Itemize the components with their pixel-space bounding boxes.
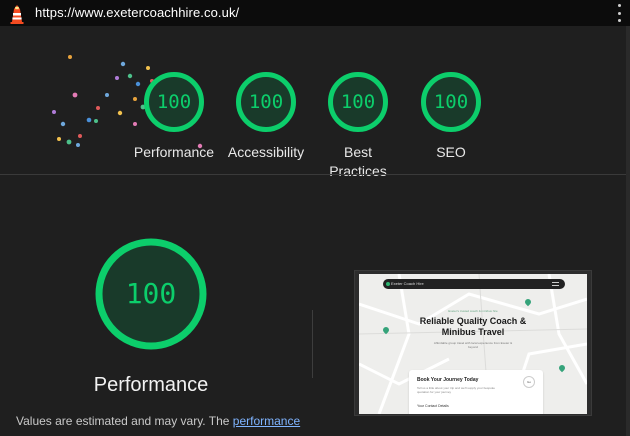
kebab-menu-icon[interactable] — [616, 4, 622, 22]
brand-dot — [386, 282, 390, 286]
hamburger-icon — [552, 282, 559, 286]
gauge-ring: 100 — [143, 71, 205, 133]
card-text: Tell us a little about your trip and we'… — [417, 386, 495, 394]
screenshot-headline: Reliable Quality Coach & Minibus Travel — [419, 316, 527, 337]
screenshot-viewport: Exeter Coach Hire Exeter's trusted coach… — [359, 274, 587, 414]
performance-score: 100 — [125, 277, 177, 310]
final-screenshot[interactable]: Exeter Coach Hire Exeter's trusted coach… — [354, 270, 592, 416]
performance-title: Performance — [93, 374, 209, 396]
gauge-label: SEO — [436, 144, 466, 160]
gauge-label: Best Practices — [329, 144, 387, 179]
gauge-seo[interactable]: 100 SEO — [396, 71, 506, 162]
gauge-score: 100 — [433, 91, 469, 113]
score-summary: 100 Performance 100 Accessibility 100 Be… — [0, 26, 626, 179]
scrollbar[interactable] — [626, 26, 630, 436]
card-button: Go — [523, 376, 535, 388]
page-url[interactable]: https://www.exetercoachhire.co.uk/ — [35, 5, 239, 20]
screenshot-booking-card: Book Your Journey Today Tell us a little… — [409, 370, 543, 414]
gauge-ring: 100 — [235, 71, 297, 133]
browser-toolbar: https://www.exetercoachhire.co.uk/ — [0, 0, 630, 26]
screenshot-navbar: Exeter Coach Hire — [383, 279, 565, 289]
performance-link[interactable]: performance — [233, 414, 300, 428]
screenshot-brand: Exeter Coach Hire — [391, 281, 424, 286]
gauge-score: 100 — [248, 91, 284, 113]
gauge-score: 100 — [340, 91, 376, 113]
screenshot-subtitle: Affordable group travel with local exper… — [433, 341, 513, 349]
card-label: Your Contact Details — [417, 404, 449, 408]
card-title: Book Your Journey Today — [417, 377, 479, 383]
gauge-score: 100 — [156, 91, 192, 113]
performance-description: Values are estimated and may vary. The p… — [16, 412, 306, 430]
lighthouse-icon — [10, 5, 24, 24]
gauge-ring: 100 — [420, 71, 482, 133]
gauge-ring: 100 — [327, 71, 389, 133]
performance-gauge: 100 — [94, 237, 208, 351]
description-text: Values are estimated and may vary. The — [16, 414, 233, 428]
vertical-divider — [312, 310, 313, 378]
screenshot-eyebrow: Exeter's trusted coach & minibus hire — [448, 309, 498, 313]
section-divider — [0, 174, 626, 175]
